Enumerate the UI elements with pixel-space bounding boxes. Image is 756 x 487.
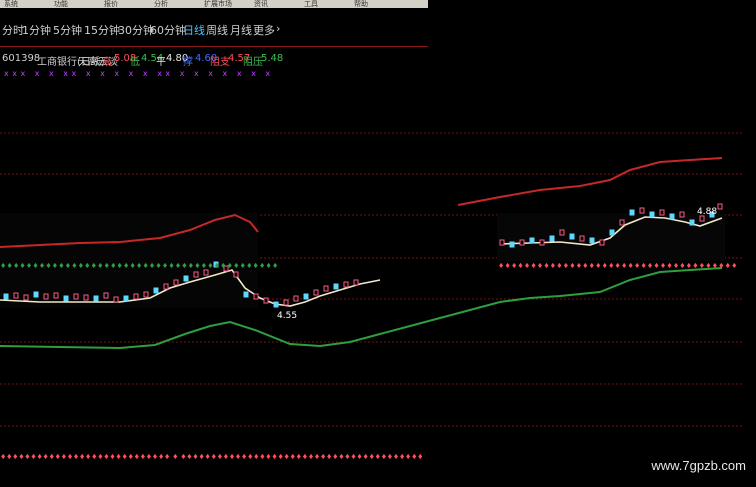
- candle: [93, 295, 99, 302]
- candle: [323, 285, 329, 292]
- menu-item-4[interactable]: 扩展市场: [204, 0, 232, 8]
- watermark-text: www.7gpzb.com: [651, 458, 746, 473]
- support-label: 撑: [183, 57, 193, 68]
- candle: [717, 203, 723, 210]
- candle: [33, 291, 39, 298]
- candle: [183, 275, 189, 282]
- candle: [303, 293, 309, 300]
- period-tab-intraday[interactable]: 分时: [2, 22, 24, 38]
- candle: [173, 279, 179, 286]
- candle: [123, 295, 129, 302]
- candle: [629, 209, 635, 216]
- candle: [499, 239, 505, 246]
- menu-item-0[interactable]: 系统: [4, 0, 18, 8]
- pressure-label: 阻压: [243, 57, 263, 68]
- candle: [689, 219, 695, 226]
- period-tab-60min[interactable]: 60分钟: [150, 22, 186, 38]
- low-label: 低: [130, 57, 140, 68]
- candle: [253, 293, 259, 300]
- candle: [619, 219, 625, 226]
- pressure-value: 5.48: [261, 53, 284, 64]
- stock-code: 601398: [2, 53, 41, 64]
- candle: [293, 295, 299, 302]
- mid-label: 平: [156, 57, 166, 68]
- candle: [43, 293, 49, 300]
- candle: [143, 291, 149, 298]
- candle: [659, 209, 665, 216]
- menu-item-7[interactable]: 帮助: [354, 0, 368, 8]
- candle: [283, 299, 289, 306]
- candle: [679, 211, 685, 218]
- menu-item-1[interactable]: 功能: [54, 0, 68, 8]
- menu-bar: 系统 功能 报价 分析 扩展市场 资讯 工具 帮助: [0, 0, 428, 8]
- period-toolbar: 分时 1分钟 5分钟 15分钟 30分钟 60分钟 日线 周线 月线 更多 ›: [0, 8, 428, 47]
- candle: [243, 291, 249, 298]
- candle: [669, 213, 675, 220]
- period-tab-5min[interactable]: 5分钟: [53, 22, 82, 38]
- candle: [103, 292, 109, 299]
- candle: [53, 292, 59, 299]
- candle: [353, 279, 359, 286]
- candle: [333, 283, 339, 290]
- period-tab-1min[interactable]: 1分钟: [22, 22, 51, 38]
- candle: [113, 296, 119, 303]
- candle: [529, 237, 535, 244]
- candle: [539, 239, 545, 246]
- candle: [609, 229, 615, 236]
- candle: [589, 237, 595, 244]
- candle: [263, 297, 269, 304]
- menu-item-5[interactable]: 资讯: [254, 0, 268, 8]
- bottom-signal-row: ♦♦♦♦♦♦♦♦♦♦♦♦♦♦♦♦♦♦♦♦♦♦♦♦♦♦♦♦ ♦ ♦♦♦♦♦♦♦♦♦…: [0, 453, 423, 461]
- sell-signal-row: ♦♦♦♦♦♦♦♦♦♦♦♦♦♦♦♦♦♦♦♦♦♦♦♦♦♦♦♦♦♦♦♦♦♦♦♦♦: [498, 262, 738, 270]
- buy-signal-row: ♦♦♦♦♦♦♦♦♦♦♦♦♦♦♦♦♦♦♦♦♦♦♦♦♦♦♦♦♦♦♦♦♦♦♦♦♦♦♦♦…: [0, 262, 278, 270]
- candle: [509, 241, 515, 248]
- candle: [579, 235, 585, 242]
- candle: [153, 287, 159, 294]
- candle: [163, 283, 169, 290]
- period-tab-daily[interactable]: 日线: [183, 22, 205, 38]
- candle: [73, 293, 79, 300]
- candle: [569, 233, 575, 240]
- stock-info-bar: 601398 工商银行(日线) 天高云淡 高 5.08 低 4.54 平 4.8…: [0, 47, 428, 95]
- candle: [83, 294, 89, 301]
- candle: [23, 294, 29, 301]
- indicator-name: 天高云淡: [78, 57, 118, 68]
- period-tab-15min[interactable]: 15分钟: [84, 22, 120, 38]
- candle: [13, 292, 19, 299]
- candle: [63, 295, 69, 302]
- high-label: 高: [102, 57, 112, 68]
- resist-label: 阻支: [210, 57, 230, 68]
- period-tab-weekly[interactable]: 周线: [206, 22, 228, 38]
- chevron-right-icon[interactable]: ›: [276, 22, 280, 35]
- menu-item-3[interactable]: 分析: [154, 0, 168, 8]
- candle: [203, 269, 209, 276]
- candle: [193, 271, 199, 278]
- candle: [519, 239, 525, 246]
- candle: [549, 235, 555, 242]
- candle: [639, 207, 645, 214]
- candle: [599, 239, 605, 246]
- candle: [3, 293, 9, 300]
- candle: [649, 211, 655, 218]
- candle: [133, 293, 139, 300]
- signal-marks-row: xxx x x xx x x x x x xx x x x x x x x: [4, 69, 274, 78]
- period-tab-more[interactable]: 更多: [253, 22, 275, 38]
- candle: [559, 229, 565, 236]
- period-tab-monthly[interactable]: 月线: [230, 22, 252, 38]
- candle: [233, 271, 239, 278]
- menu-item-2[interactable]: 报价: [104, 0, 118, 8]
- price-label-low: 4.55: [277, 311, 297, 321]
- candle: [313, 289, 319, 296]
- candle: [343, 281, 349, 288]
- menu-item-6[interactable]: 工具: [304, 0, 318, 8]
- candle: [273, 301, 279, 308]
- price-label-high: 4.88: [697, 207, 717, 217]
- period-tab-30min[interactable]: 30分钟: [118, 22, 154, 38]
